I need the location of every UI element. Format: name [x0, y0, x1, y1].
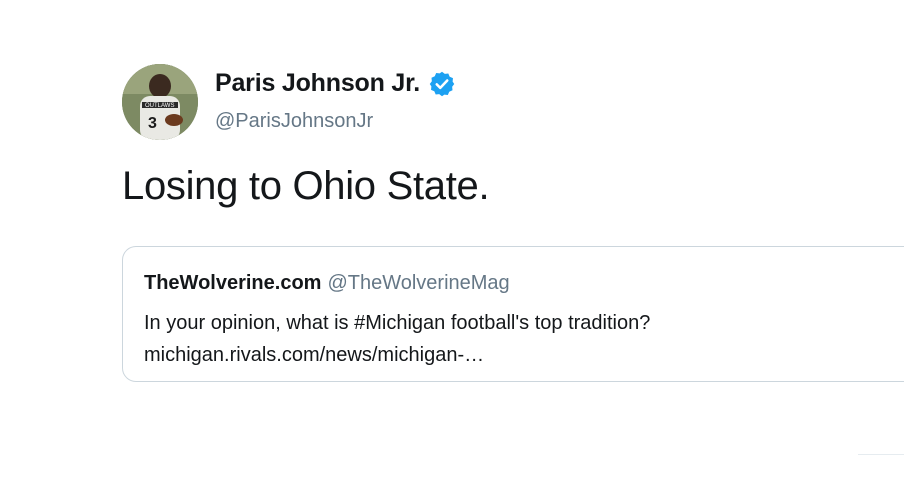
verified-badge-icon: [428, 70, 456, 98]
author-handle[interactable]: @ParisJohnsonJr: [215, 110, 373, 133]
quoted-author-handle: @TheWolverineMag: [327, 272, 510, 294]
divider: [858, 454, 904, 455]
quoted-tweet-text-line: In your opinion, what is #Michigan footb…: [144, 312, 651, 334]
quoted-tweet-text: In your opinion, what is #Michigan footb…: [144, 307, 650, 371]
quoted-author-name: TheWolverine.com: [144, 272, 322, 294]
quoted-tweet-link[interactable]: michigan.rivals.com/news/michigan-…: [144, 339, 650, 371]
author-name-row[interactable]: Paris Johnson Jr.: [215, 69, 456, 98]
quoted-tweet-header: TheWolverine.com @TheWolverineMag: [144, 272, 510, 295]
author-name[interactable]: Paris Johnson Jr.: [215, 69, 420, 98]
author-avatar[interactable]: OUTLAWS 3: [122, 64, 198, 140]
tweet-text: Losing to Ohio State.: [122, 164, 490, 208]
svg-text:3: 3: [148, 115, 157, 132]
tweet-card: OUTLAWS 3 Paris Johnson Jr. @ParisJohnso…: [0, 0, 904, 490]
svg-text:OUTLAWS: OUTLAWS: [145, 103, 174, 109]
avatar-photo: OUTLAWS 3: [122, 64, 198, 140]
quoted-tweet-card[interactable]: TheWolverine.com @TheWolverineMag In your…: [122, 246, 904, 382]
